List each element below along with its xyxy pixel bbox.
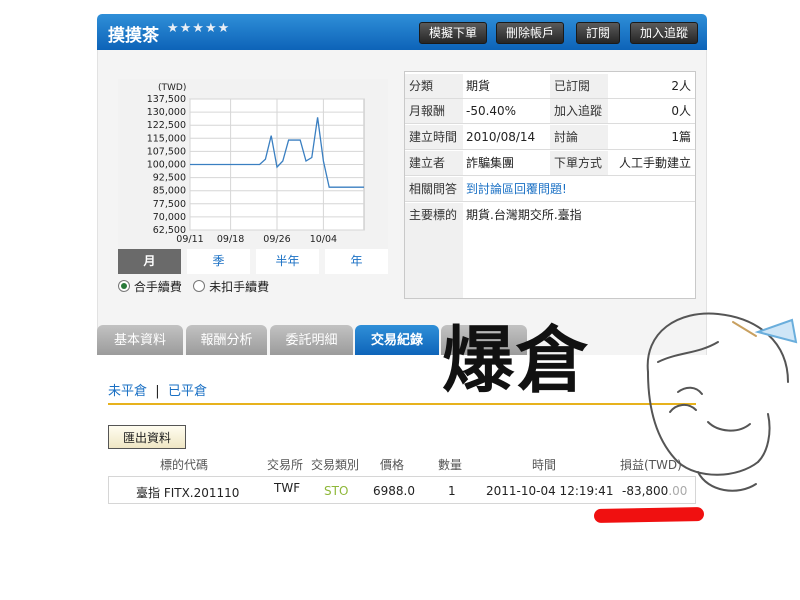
subscribed-label: 已訂閱 <box>550 74 608 98</box>
discussion-value: 1篇 <box>671 130 691 144</box>
period-quarter[interactable]: 季 <box>187 249 250 274</box>
period-year[interactable]: 年 <box>325 249 388 274</box>
delete-account-button[interactable]: 刪除帳戶 <box>496 22 565 44</box>
simulate-order-button[interactable]: 模擬下單 <box>419 22 488 44</box>
row-divider <box>405 123 695 124</box>
y-tick-label: 77,500 <box>153 199 186 210</box>
col-type: 交易類別 <box>311 458 360 472</box>
category-label: 分類 <box>405 74 463 98</box>
row-divider <box>405 175 695 176</box>
discussion-label: 討論 <box>550 125 608 149</box>
meme-figure <box>646 312 798 492</box>
closed-positions-link[interactable]: 已平倉 <box>168 384 207 399</box>
category-value: 期貨 <box>466 79 491 93</box>
col-symbol: 標的代碼 <box>160 458 209 472</box>
followers-label: 加入追蹤 <box>550 99 608 123</box>
cell-qty: 1 <box>448 484 456 498</box>
cell-symbol: 臺指 FITX.201110 <box>136 486 240 500</box>
section-divider <box>108 403 696 405</box>
qa-link[interactable]: 到討論區回覆問題! <box>466 177 567 201</box>
created-label: 建立時間 <box>405 125 463 149</box>
creator-value: 詐騙集團 <box>466 156 515 170</box>
subscribe-button[interactable]: 訂閱 <box>576 22 621 44</box>
position-subnav: 未平倉 | 已平倉 <box>108 380 207 399</box>
title-bar: 摸摸茶 ★★★★★ 模擬下單 刪除帳戶 訂閱 加入追蹤 <box>97 14 707 50</box>
creator-label: 建立者 <box>405 151 463 175</box>
y-tick-label: 107,500 <box>147 146 186 157</box>
y-tick-label: 137,500 <box>147 94 186 105</box>
rating-stars: ★★★★★ <box>167 21 231 36</box>
row-divider <box>405 201 695 202</box>
without-fee-radio[interactable] <box>193 280 206 292</box>
order-method-label: 下單方式 <box>550 151 608 175</box>
equity-chart-svg: (TWD)137,500 130,000 122,500 115,000 107,500… <box>147 83 365 245</box>
tab-trade-records[interactable]: 交易紀錄 <box>355 325 439 356</box>
period-month[interactable]: 月 <box>118 249 181 274</box>
followers-value: 0人 <box>671 104 691 118</box>
col-qty: 數量 <box>438 458 463 472</box>
tab-order-details[interactable]: 委託明細 <box>270 325 353 356</box>
y-tick-label: 70,000 <box>153 212 186 223</box>
row-divider <box>405 149 695 150</box>
with-fee-radio[interactable] <box>118 280 130 292</box>
created-value: 2010/08/14 <box>466 130 536 144</box>
targets-value: 期貨.台灣期交所.臺指 <box>466 208 582 222</box>
strategy-title: 摸摸茶 <box>108 26 159 46</box>
y-tick-label: 92,500 <box>153 173 186 184</box>
x-tick-label: 09/18 <box>217 234 244 245</box>
y-tick-label: 122,500 <box>147 120 186 131</box>
meme-figure-sketch <box>646 312 798 492</box>
monthly-return-label: 月報酬 <box>405 99 463 123</box>
qa-label: 相關問答 <box>405 177 463 201</box>
x-tick-label: 10/04 <box>310 234 337 245</box>
without-fee-label: 未扣手續費 <box>209 280 270 294</box>
order-method-value: 人工手動建立 <box>618 156 691 170</box>
cell-exchange: TWF <box>274 481 301 495</box>
fee-options: 合手續費 未扣手續費 <box>118 278 269 295</box>
subnav-separator: | <box>155 384 160 399</box>
follow-button[interactable]: 加入追蹤 <box>630 22 699 44</box>
red-highlight-mark <box>593 507 705 523</box>
export-data-button[interactable]: 匯出資料 <box>108 425 186 449</box>
col-time: 時間 <box>532 458 557 472</box>
cell-price: 6988.0 <box>373 484 415 498</box>
y-axis-label: (TWD) <box>158 83 186 93</box>
col-price: 價格 <box>380 458 405 472</box>
targets-label: 主要標的 <box>405 203 463 298</box>
monthly-return-value: -50.40% <box>466 104 517 118</box>
with-fee-label: 合手續費 <box>133 280 182 294</box>
tab-basic-info[interactable]: 基本資料 <box>97 325 183 356</box>
y-tick-label: 85,000 <box>153 186 186 197</box>
y-tick-label: 115,000 <box>147 133 186 144</box>
x-tick-label: 09/11 <box>176 234 203 245</box>
tab-return-analysis[interactable]: 報酬分析 <box>186 325 267 356</box>
cell-time: 2011-10-04 12:19:41 <box>486 484 614 498</box>
x-tick-label: 09/26 <box>263 234 290 245</box>
subscribed-value: 2人 <box>671 79 691 93</box>
open-positions-link[interactable]: 未平倉 <box>108 384 147 399</box>
info-table: 分類 期貨 已訂閱 2人 月報酬 -50.40% 加入追蹤 0人 建立時間 20… <box>404 71 696 299</box>
equity-chart: (TWD) 137,500 130,000 122,500 115,000 107,500… <box>118 79 388 249</box>
cell-type: STO <box>324 484 349 498</box>
liquidation-stamp: 爆倉 <box>442 318 591 402</box>
period-half-year[interactable]: 半年 <box>256 249 319 274</box>
col-exchange: 交易所 <box>267 458 304 472</box>
y-tick-label: 100,000 <box>147 160 186 171</box>
y-tick-label: 130,000 <box>147 107 186 118</box>
